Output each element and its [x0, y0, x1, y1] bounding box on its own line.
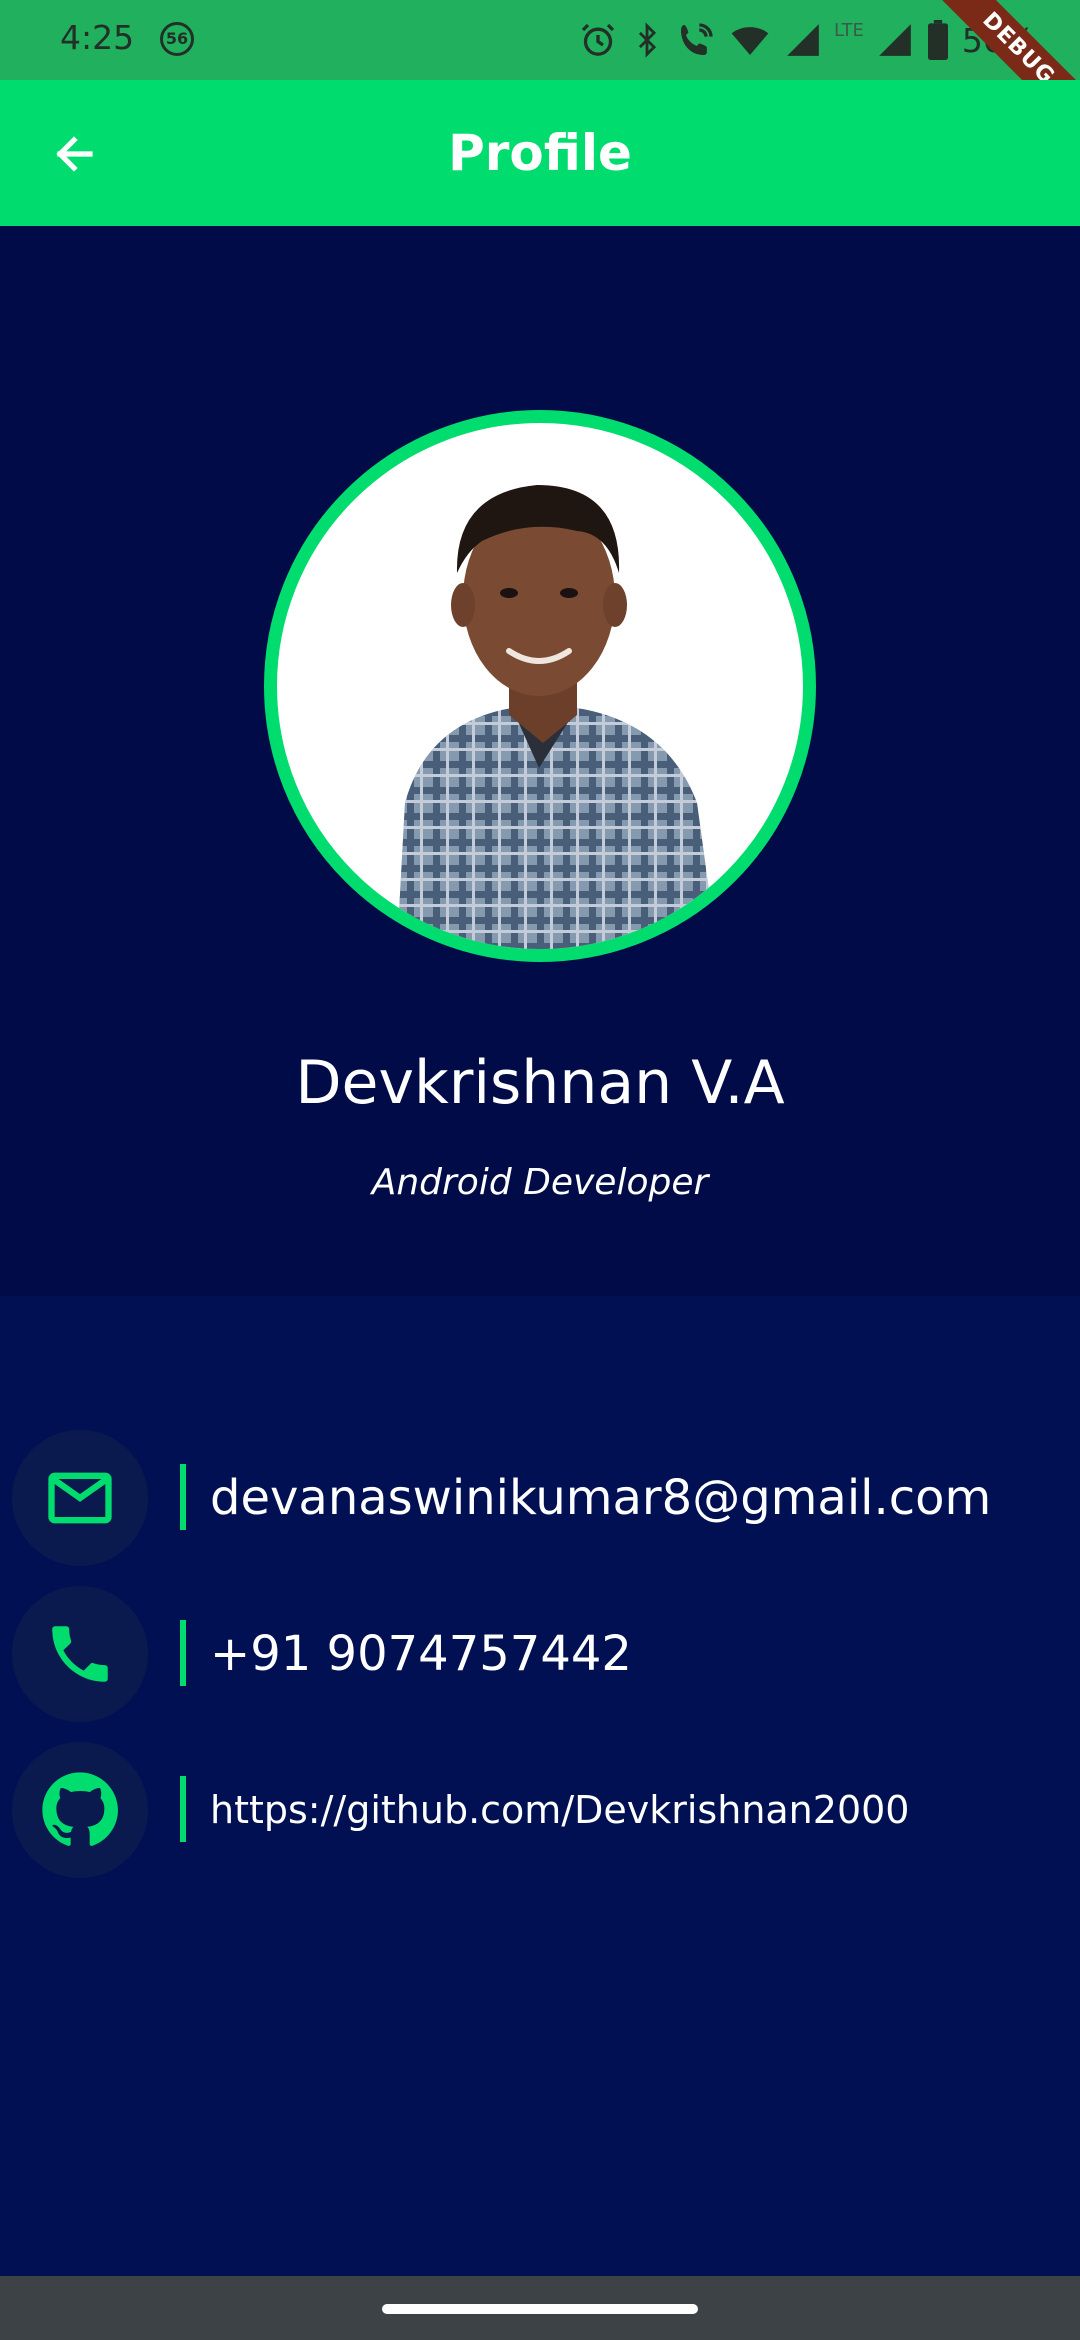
avatar — [264, 410, 816, 962]
status-bar: 4:25 56 LTE 56% DEBUG — [0, 0, 1080, 148]
signal-icon-2 — [879, 24, 911, 56]
status-badge: 56 — [160, 22, 194, 56]
phone-icon — [52, 1626, 108, 1682]
github-icon-container — [12, 1742, 148, 1878]
profile-name: Devkrishnan V.A — [295, 1048, 785, 1118]
profile-role: Android Developer — [371, 1162, 709, 1203]
github-icon — [42, 1772, 118, 1846]
email-icon-container — [12, 1430, 148, 1566]
bluetooth-icon — [638, 22, 657, 58]
github-text[interactable]: https://github.com/Devkrishnan2000 — [210, 1742, 909, 1878]
email-icon — [48, 1472, 112, 1524]
phone-text[interactable]: +91 9074757442 — [210, 1586, 632, 1722]
contact-divider — [180, 1464, 186, 1530]
contact-row-phone[interactable]: +91 9074757442 — [12, 1586, 1072, 1722]
app-bar: Profile — [0, 80, 1080, 226]
page-title: Profile — [448, 124, 632, 182]
network-type: LTE — [834, 19, 864, 41]
contact-divider — [180, 1620, 186, 1686]
battery-icon — [927, 20, 948, 60]
home-gesture-handle[interactable] — [382, 2304, 698, 2314]
wifi-icon — [731, 27, 769, 55]
navigation-bar — [0, 2276, 1080, 2340]
alarm-icon — [581, 23, 615, 56]
email-text[interactable]: devanaswinikumar8@gmail.com — [210, 1430, 991, 1566]
profile-photo — [397, 485, 717, 949]
wifi-calling-icon — [681, 23, 713, 55]
contact-row-github[interactable]: https://github.com/Devkrishnan2000 — [12, 1742, 1072, 1878]
signal-icon — [787, 24, 819, 56]
phone-icon-container — [12, 1586, 148, 1722]
contact-section: devanaswinikumar8@gmail.com +91 90747574… — [0, 1296, 1080, 2276]
contact-divider — [180, 1776, 186, 1842]
status-time: 4:25 — [60, 18, 135, 57]
profile-header: Devkrishnan V.A Android Developer — [0, 226, 1080, 1296]
contact-row-email[interactable]: devanaswinikumar8@gmail.com — [12, 1430, 1072, 1566]
